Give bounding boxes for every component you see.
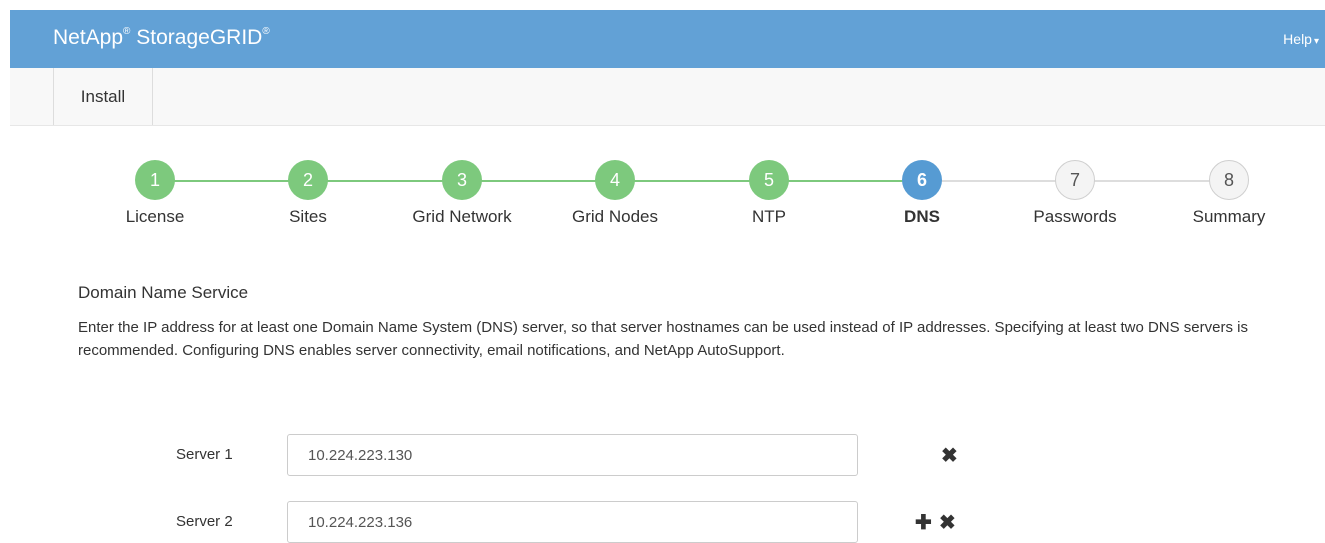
step-2-circle[interactable]: 2 [288,160,328,200]
step-5-label[interactable]: NTP [699,207,839,227]
step-1-circle[interactable]: 1 [135,160,175,200]
caret-down-icon: ▾ [1313,36,1319,47]
step-connector [769,180,922,182]
help-label: Help [1283,31,1312,47]
section-description: Enter the IP address for at least one Do… [78,319,1248,359]
step-connector [615,180,769,182]
step-4-label[interactable]: Grid Nodes [545,207,685,227]
product-logo: NetApp® StorageGRID® [53,26,270,50]
step-6-label[interactable]: DNS [852,207,992,227]
tab-install[interactable]: Install [53,68,153,125]
remove-icon[interactable]: ✖ [941,446,958,466]
nav-bar: Install [10,68,1325,126]
remove-icon[interactable]: ✖ [939,513,956,533]
step-6-circle[interactable]: 6 [902,160,942,200]
step-7-label[interactable]: Passwords [1005,207,1145,227]
step-5-circle[interactable]: 5 [749,160,789,200]
step-8-label[interactable]: Summary [1159,207,1299,227]
help-menu[interactable]: Help ▾ [1283,31,1319,47]
server-1-input[interactable] [287,434,858,476]
step-1-label[interactable]: License [85,207,225,227]
step-4-circle[interactable]: 4 [595,160,635,200]
step-2-label[interactable]: Sites [238,207,378,227]
server-1-label: Server 1 [176,446,233,463]
step-3-circle[interactable]: 3 [442,160,482,200]
step-8-circle[interactable]: 8 [1209,160,1249,200]
step-connector [922,180,1075,182]
step-7-circle[interactable]: 7 [1055,160,1095,200]
product-trademark: ® [262,26,270,37]
brand-name: NetApp [53,26,124,49]
top-header: NetApp® StorageGRID® Help ▾ [10,10,1325,68]
add-icon[interactable]: ✚ [915,513,932,533]
server-2-input[interactable] [287,501,858,543]
step-connector [155,180,308,182]
brand-trademark: ® [123,26,131,37]
section-title: Domain Name Service [78,283,249,302]
step-connector [462,180,615,182]
step-connector [308,180,462,182]
step-connector [1075,180,1229,182]
step-3-label[interactable]: Grid Network [392,207,532,227]
server-2-label: Server 2 [176,513,233,530]
product-name: StorageGRID [136,26,263,49]
